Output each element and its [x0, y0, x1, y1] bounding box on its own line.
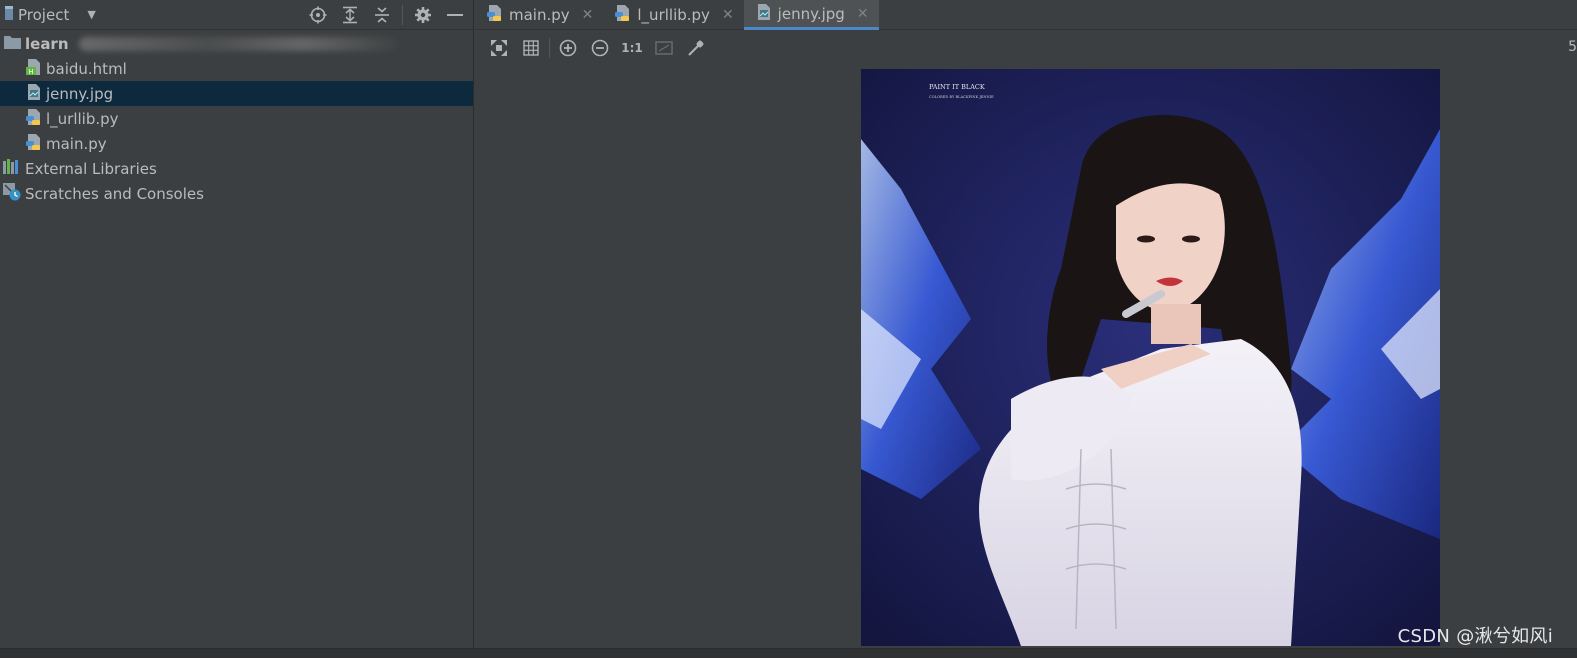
tree-item-jenny-jpg[interactable]: jenny.jpg [0, 81, 473, 106]
zoom-in-icon[interactable] [552, 34, 584, 62]
tree-item-main-py[interactable]: main.py [0, 131, 473, 156]
status-bar [0, 648, 1577, 658]
python-file-icon [487, 4, 503, 26]
tab-label: l_urllib.py [637, 6, 710, 24]
project-view-selector[interactable]: Project ▼ [4, 5, 96, 25]
project-icon [4, 5, 14, 25]
collapse-all-icon[interactable] [370, 3, 394, 27]
expand-all-icon[interactable] [338, 3, 362, 27]
project-panel-header: Project ▼ [0, 0, 473, 30]
python-file-icon [26, 133, 42, 155]
tree-item-l-urllib-py[interactable]: l_urllib.py [0, 106, 473, 131]
tree-item-label: External Libraries [25, 159, 157, 178]
tab-l-urllib-py[interactable]: l_urllib.py ✕ [603, 0, 743, 30]
close-icon[interactable]: ✕ [722, 7, 734, 23]
tree-item-baidu-html[interactable]: H baidu.html [0, 56, 473, 81]
tree-item-label: learn [25, 34, 69, 53]
zoom-readout: 5 [1568, 39, 1577, 55]
scratches-icon [3, 182, 21, 205]
toolbar-separator [402, 5, 403, 25]
project-panel-title: Project [18, 5, 70, 24]
image-editor-toolbar: 1:1 5 [475, 31, 1577, 65]
tree-item-label: main.py [46, 134, 107, 153]
grid-icon[interactable] [515, 34, 547, 62]
photo-caption-title: PAINT IT BLACK [929, 83, 985, 91]
close-icon[interactable]: ✕ [857, 6, 869, 22]
image-file-icon [756, 3, 772, 25]
color-picker-icon[interactable] [680, 34, 712, 62]
project-panel-toolbar [306, 0, 467, 30]
tab-label: jenny.jpg [777, 4, 845, 23]
zoom-to-fit-icon[interactable] [483, 34, 515, 62]
tree-item-label: baidu.html [46, 59, 127, 78]
tree-item-scratches[interactable]: Scratches and Consoles [0, 181, 473, 206]
tree-item-label: l_urllib.py [46, 109, 119, 128]
csdn-watermark: CSDN @湫兮如风i [1397, 626, 1553, 647]
tab-label: main.py [509, 6, 570, 24]
svg-text:H: H [28, 68, 33, 76]
libraries-icon [3, 158, 21, 179]
tab-main-py[interactable]: main.py ✕ [475, 0, 603, 30]
image-viewport: PAINT IT BLACK COLORED BY BLACKPINK JENN… [475, 65, 1577, 648]
hide-panel-icon[interactable] [443, 3, 467, 27]
redacted-path [78, 36, 399, 51]
zoom-out-icon[interactable] [584, 34, 616, 62]
close-icon[interactable]: ✕ [582, 7, 594, 23]
chevron-down-icon[interactable]: ▼ [87, 8, 95, 21]
tree-item-learn[interactable]: learn [0, 31, 473, 56]
python-file-icon [26, 108, 42, 130]
editor-tab-bar: main.py ✕ l_urllib.py ✕ jenny.jpg ✕ [475, 0, 1577, 30]
concert-photo: PAINT IT BLACK COLORED BY BLACKPINK JENN… [861, 69, 1440, 646]
python-file-icon [615, 4, 631, 26]
background-toggle-icon[interactable] [648, 34, 680, 62]
toolbar-separator [549, 38, 550, 58]
folder-icon [4, 35, 21, 53]
actual-size-button[interactable]: 1:1 [616, 34, 648, 62]
locate-file-icon[interactable] [306, 3, 330, 27]
project-tool-window: Project ▼ learn H baidu.html jenny.jpg l… [0, 0, 474, 648]
photo-caption-subtitle: COLORED BY BLACKPINK JENNIE [929, 95, 994, 99]
gear-icon[interactable] [411, 3, 435, 27]
tree-item-label: jenny.jpg [46, 84, 114, 103]
tab-jenny-jpg[interactable]: jenny.jpg ✕ [743, 0, 879, 30]
html-file-icon: H [26, 58, 42, 80]
tree-item-external-libraries[interactable]: External Libraries [0, 156, 473, 181]
tree-item-label: Scratches and Consoles [25, 184, 204, 203]
image-file-icon [26, 83, 42, 105]
